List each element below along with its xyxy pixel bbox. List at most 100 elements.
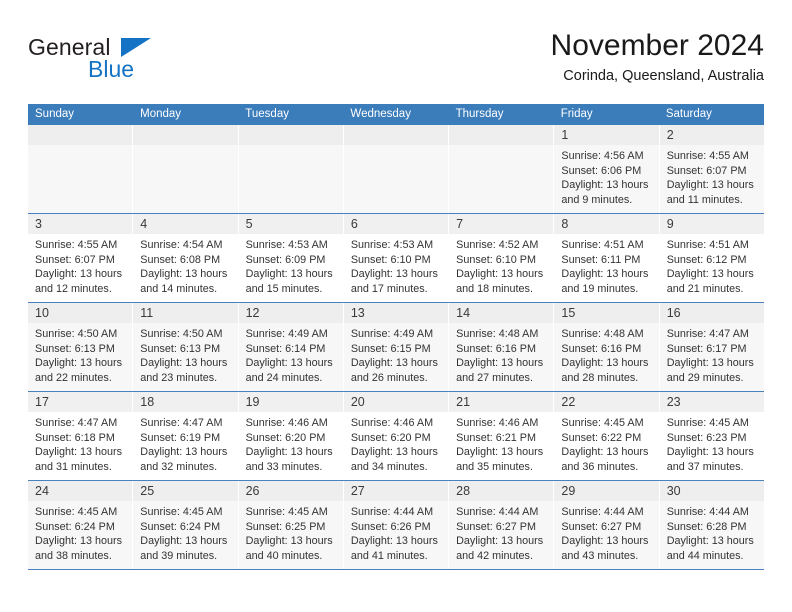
day-details: Sunrise: 4:44 AM Sunset: 6:26 PM Daylight:… [344,501,448,563]
day-detail-line: Sunset: 6:08 PM [140,253,221,266]
calendar-day-cell[interactable]: 15 Sunrise: 4:48 AM Sunset: 6:16 PM Dayligh… [554,303,660,391]
day-number: 25 [140,484,155,498]
day-number-band: 17 [28,392,133,412]
calendar-day-cell[interactable]: 14 Sunrise: 4:48 AM Sunset: 6:16 PM Dayligh… [449,303,555,391]
brand-logo[interactable]: General Blue [28,34,258,94]
day-number: 20 [350,395,365,409]
day-number: 28 [456,484,471,498]
calendar-week-row: 10 Sunrise: 4:50 AM Sunset: 6:13 PM Dayligh… [28,303,764,392]
calendar-day-cell[interactable]: 22 Sunrise: 4:45 AM Sunset: 6:22 PM Dayligh… [554,392,660,480]
calendar-day-cell[interactable]: 20 Sunrise: 4:46 AM Sunset: 6:20 PM Dayligh… [343,392,450,480]
day-number-band: 3 [28,214,133,234]
day-detail-line: Sunrise: 4:55 AM [35,239,118,251]
day-number: 3 [35,217,42,231]
day-detail-line: Sunrise: 4:50 AM [35,328,118,340]
calendar-day-cell[interactable]: 26 Sunrise: 4:45 AM Sunset: 6:25 PM Dayligh… [238,481,344,569]
calendar-day-cell[interactable]: 28 Sunrise: 4:44 AM Sunset: 6:27 PM Dayligh… [449,481,555,569]
day-detail-line: Sunrise: 4:45 AM [245,506,328,518]
calendar-day-cell[interactable]: 16 Sunrise: 4:47 AM Sunset: 6:17 PM Dayligh… [659,303,764,391]
day-detail-line: Daylight: 13 hours [140,535,228,548]
day-number-band: 5 [238,214,343,234]
day-detail-line: and 22 minutes. [35,371,112,384]
day-details: Sunrise: 4:50 AM Sunset: 6:13 PM Daylight:… [28,323,132,385]
day-detail-line: and 18 minutes. [456,282,533,295]
calendar-day-cell[interactable]: 9 Sunrise: 4:51 AM Sunset: 6:12 PM Daylight… [659,214,764,302]
day-detail-line: Daylight: 13 hours [456,446,544,459]
day-details: Sunrise: 4:45 AM Sunset: 6:24 PM Daylight:… [133,501,237,563]
day-detail-line: and 40 minutes. [245,549,323,562]
calendar-day-cell[interactable]: 25 Sunrise: 4:45 AM Sunset: 6:24 PM Dayligh… [133,481,239,569]
calendar-day-cell[interactable]: 3 Sunrise: 4:55 AM Sunset: 6:07 PM Daylight… [28,214,134,302]
day-number-band: 28 [449,481,554,501]
day-number-band: 19 [238,392,343,412]
calendar-day-cell[interactable]: 8 Sunrise: 4:51 AM Sunset: 6:11 PM Daylight… [554,214,660,302]
day-number-band: 4 [133,214,238,234]
calendar-day-cell[interactable]: 29 Sunrise: 4:44 AM Sunset: 6:27 PM Dayligh… [554,481,660,569]
weekday-header-monday: Monday [140,108,182,120]
day-detail-line: and 19 minutes. [561,282,639,295]
calendar-day-cell[interactable]: 6 Sunrise: 4:53 AM Sunset: 6:10 PM Daylight… [343,214,450,302]
day-number-band [238,125,343,145]
calendar-day-cell[interactable]: 10 Sunrise: 4:50 AM Sunset: 6:13 PM Dayligh… [28,303,134,391]
day-detail-line: Daylight: 13 hours [561,357,649,370]
day-detail-line: and 44 minutes. [666,549,744,562]
day-details: Sunrise: 4:53 AM Sunset: 6:10 PM Daylight:… [344,234,448,296]
day-detail-line: Sunrise: 4:45 AM [140,506,223,518]
calendar-cell-empty [238,125,344,213]
calendar-day-cell[interactable]: 18 Sunrise: 4:47 AM Sunset: 6:19 PM Dayligh… [133,392,239,480]
calendar-day-cell[interactable]: 5 Sunrise: 4:53 AM Sunset: 6:09 PM Daylight… [238,214,344,302]
day-number-band: 29 [554,481,659,501]
day-detail-line: Sunrise: 4:51 AM [561,239,644,251]
calendar-day-cell[interactable]: 7 Sunrise: 4:52 AM Sunset: 6:10 PM Daylight… [449,214,555,302]
day-number-band: 9 [659,214,764,234]
calendar-day-cell[interactable]: 30 Sunrise: 4:44 AM Sunset: 6:28 PM Dayligh… [659,481,764,569]
calendar-day-cell[interactable]: 13 Sunrise: 4:49 AM Sunset: 6:15 PM Dayligh… [343,303,450,391]
calendar-cell-empty [133,125,239,213]
day-detail-line: and 33 minutes. [245,460,323,473]
calendar-day-cell[interactable]: 19 Sunrise: 4:46 AM Sunset: 6:20 PM Dayligh… [238,392,344,480]
calendar-day-cell[interactable]: 2 Sunrise: 4:55 AM Sunset: 6:07 PM Daylight… [659,125,764,213]
calendar-day-cell[interactable]: 23 Sunrise: 4:45 AM Sunset: 6:23 PM Dayligh… [659,392,764,480]
day-details [344,145,448,149]
day-detail-line: Sunrise: 4:45 AM [666,417,749,429]
brand-word-blue: Blue [88,56,135,82]
calendar-day-cell[interactable]: 21 Sunrise: 4:46 AM Sunset: 6:21 PM Dayligh… [449,392,555,480]
day-detail-line: Daylight: 13 hours [350,268,438,281]
day-detail-line: Sunrise: 4:53 AM [245,239,328,251]
day-number-band: 27 [343,481,449,501]
day-detail-line: Sunrise: 4:46 AM [350,417,434,429]
day-details: Sunrise: 4:56 AM Sunset: 6:06 PM Daylight:… [554,145,658,207]
day-number-band: 11 [133,303,238,323]
calendar-day-cell[interactable]: 17 Sunrise: 4:47 AM Sunset: 6:18 PM Dayligh… [28,392,134,480]
calendar-day-cell[interactable]: 27 Sunrise: 4:44 AM Sunset: 6:26 PM Dayligh… [343,481,450,569]
day-detail-line: and 41 minutes. [350,549,428,562]
calendar-day-cell[interactable]: 12 Sunrise: 4:49 AM Sunset: 6:14 PM Dayligh… [238,303,344,391]
calendar-day-cell[interactable]: 4 Sunrise: 4:54 AM Sunset: 6:08 PM Daylight… [133,214,239,302]
day-details: Sunrise: 4:49 AM Sunset: 6:15 PM Daylight:… [344,323,448,385]
day-detail-line: Sunset: 6:16 PM [456,342,536,355]
weekday-header-row: Sunday Monday Tuesday Wednesday Thursday Frid… [28,104,764,125]
page-title: November 2024 [550,29,764,62]
day-detail-line: and 31 minutes. [35,460,112,473]
day-details: Sunrise: 4:55 AM Sunset: 6:07 PM Daylight:… [28,234,132,296]
day-number: 27 [350,484,365,498]
calendar-day-cell[interactable]: 24 Sunrise: 4:45 AM Sunset: 6:24 PM Dayligh… [28,481,134,569]
day-detail-line: Sunrise: 4:52 AM [456,239,539,251]
page-subtitle: Corinda, Queensland, Australia [563,68,764,84]
day-details [133,145,237,149]
day-detail-line: Sunrise: 4:45 AM [561,417,644,429]
day-number-band: 14 [449,303,554,323]
day-details: Sunrise: 4:49 AM Sunset: 6:14 PM Daylight:… [239,323,343,385]
day-detail-line: Sunrise: 4:50 AM [140,328,223,340]
day-number: 2 [666,128,674,142]
calendar-day-cell[interactable]: 1 Sunrise: 4:56 AM Sunset: 6:06 PM Daylight… [554,125,660,213]
day-detail-line: Sunrise: 4:46 AM [245,417,328,429]
day-detail-line: Daylight: 13 hours [456,535,544,548]
day-number: 29 [561,484,576,498]
day-details: Sunrise: 4:47 AM Sunset: 6:17 PM Daylight:… [660,323,764,385]
day-number-band: 15 [554,303,659,323]
day-number: 5 [245,217,253,231]
day-detail-line: Sunset: 6:13 PM [140,342,221,355]
day-details [449,145,553,149]
calendar-day-cell[interactable]: 11 Sunrise: 4:50 AM Sunset: 6:13 PM Dayligh… [133,303,239,391]
